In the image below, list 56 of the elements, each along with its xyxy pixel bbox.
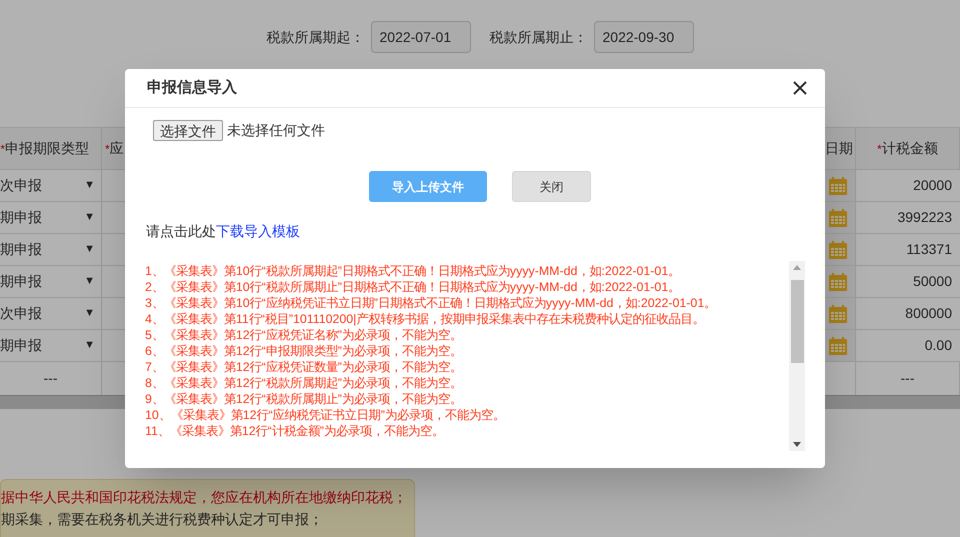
dropdown-arrow[interactable]: ▼ — [84, 337, 95, 354]
notice-text: 据中华人民共和国印花税法规定，您应在机构所在地缴纳印花税； — [1, 488, 408, 506]
scroll-up-arrow-icon[interactable] — [793, 265, 801, 270]
close-icon[interactable] — [793, 81, 807, 95]
calendar-icon[interactable] — [828, 208, 848, 228]
table-cell-text: --- — [900, 369, 914, 388]
error-message: 11、《采集表》第12行“计税金额”为必录项，不能为空。 — [145, 423, 445, 439]
calendar-icon[interactable] — [828, 176, 848, 196]
notice-text: 期采集，需要在税务机关进行税费种认定才可申报； — [1, 510, 324, 528]
calendar-icon[interactable] — [828, 304, 848, 324]
amount-cell: 20000 — [856, 170, 960, 202]
column-header: *计税金额 — [856, 128, 960, 170]
select-value[interactable]: 期申报 — [0, 239, 42, 260]
filter-label: 税款所属期止： — [490, 28, 588, 47]
amount-cell: 3992223 — [856, 202, 960, 234]
dialog-title: 申报信息导入 — [147, 78, 237, 98]
hint-text: 请点击此处 — [146, 222, 216, 241]
select-value[interactable]: 次申报 — [0, 303, 42, 324]
dropdown-arrow[interactable]: ▼ — [84, 305, 95, 322]
select-value[interactable]: 期申报 — [0, 207, 42, 228]
scroll-down-arrow-icon[interactable] — [793, 442, 801, 447]
scrollbar-thumb[interactable] — [790, 280, 804, 362]
error-message: 8、《采集表》第12行“税款所属期起”为必录项，不能为空。 — [145, 375, 463, 391]
error-message: 7、《采集表》第12行“应税凭证数量”为必录项，不能为空。 — [145, 359, 463, 375]
dialog-button[interactable]: 关闭 — [512, 171, 591, 202]
error-message: 1、《采集表》第10行“税款所属期起”日期格式不正确！日期格式应为yyyy-MM-dd，如:2022-01-01。 — [145, 263, 682, 279]
date-field[interactable]: 2022-07-01 — [370, 21, 470, 53]
dropdown-arrow[interactable]: ▼ — [84, 209, 95, 226]
amount-cell: 0.00 — [856, 330, 960, 362]
column-header: *申报期限类型 — [0, 128, 102, 170]
calendar-icon[interactable] — [828, 240, 848, 260]
dropdown-arrow[interactable]: ▼ — [84, 273, 95, 290]
select-value[interactable]: 期申报 — [0, 271, 42, 292]
file-choose-button[interactable]: 选择文件 — [153, 120, 223, 141]
select-value[interactable]: 期申报 — [0, 335, 42, 356]
table-cell-text: --- — [44, 369, 58, 388]
amount-cell: 800000 — [856, 298, 960, 330]
template-link[interactable]: 下载导入模板 — [216, 221, 300, 242]
amount-cell: 50000 — [856, 266, 960, 298]
select-value[interactable]: 次申报 — [0, 175, 42, 196]
dropdown-arrow[interactable]: ▼ — [84, 241, 95, 258]
error-message: 10、《采集表》第12行“应纳税凭证书立日期”为必录项，不能为空。 — [145, 407, 506, 423]
date-field[interactable]: 2022-09-30 — [594, 21, 694, 53]
calendar-icon[interactable] — [828, 336, 848, 356]
error-message: 4、《采集表》第11行“税目”101110200|产权转移书据，按期申报采集表中存在未税费种认定的征收品目。 — [145, 311, 706, 327]
amount-cell: 113371 — [856, 234, 960, 266]
error-message: 5、《采集表》第12行“应税凭证名称”为必录项，不能为空。 — [145, 327, 463, 343]
filter-label: 税款所属期起： — [266, 28, 364, 47]
dropdown-arrow[interactable]: ▼ — [84, 177, 95, 194]
error-message: 2、《采集表》第10行“税款所属期止”日期格式不正确！日期格式应为yyyy-MM-dd，如:2022-01-01。 — [145, 279, 682, 295]
error-message: 6、《采集表》第12行“申报期限类型”为必录项，不能为空。 — [145, 343, 463, 359]
error-message: 3、《采集表》第10行“应纳税凭证书立日期”日期格式不正确！日期格式应为yyyy-MM-dd，如:2022-01-01。 — [145, 295, 718, 311]
scrollbar[interactable] — [789, 261, 805, 451]
error-message: 9、《采集表》第12行“税款所属期止”为必录项，不能为空。 — [145, 391, 463, 407]
calendar-icon[interactable] — [828, 272, 848, 292]
file-status: 未选择任何文件 — [227, 121, 325, 140]
